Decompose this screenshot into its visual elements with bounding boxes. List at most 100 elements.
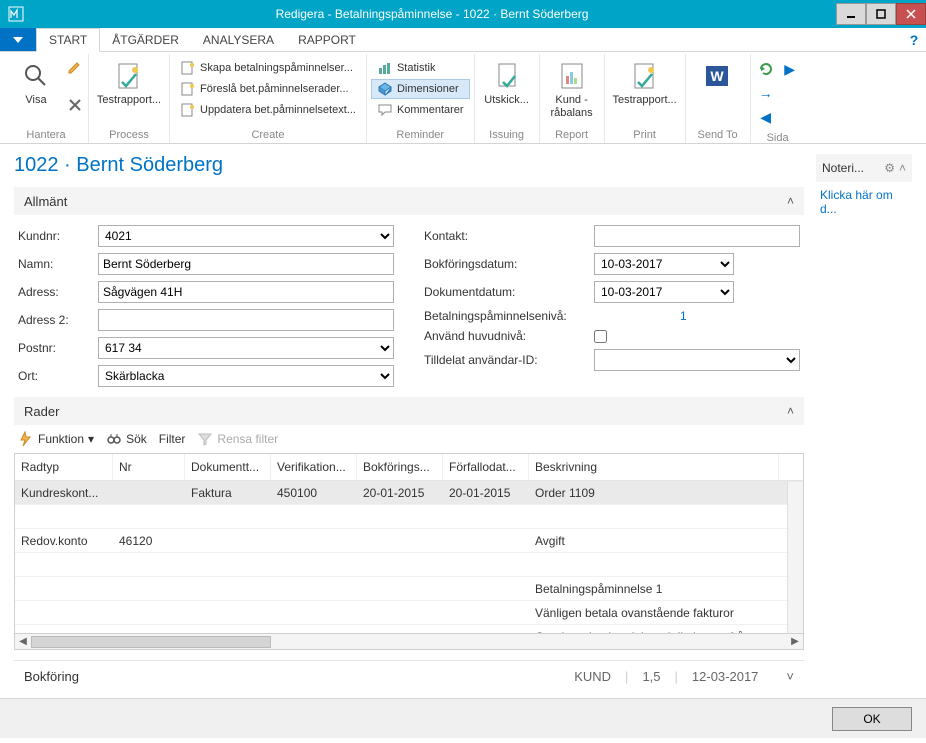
funnel-clear-icon [197,431,213,447]
kommentarer-button[interactable]: Kommentarer [371,100,470,120]
window-controls [836,3,926,25]
table-row[interactable]: Om du redan betalt ber vi dig bortse frå [15,625,803,633]
minimize-button[interactable] [836,3,866,25]
statistik-button[interactable]: Statistik [371,58,470,78]
grid-hscroll[interactable]: ◀ ▶ [14,634,804,650]
table-row[interactable]: Kundreskont...Faktura45010020-01-201520-… [15,481,803,505]
next-icon[interactable]: → [757,84,775,102]
ort-select[interactable]: Skärblacka [98,365,394,387]
filter-button[interactable]: Filter [159,432,186,446]
dokumentdatum-select[interactable]: 10-03-2017 [594,281,734,303]
section-allmant-header[interactable]: Allmänt ˄ [14,187,804,215]
help-button[interactable]: ? [902,28,926,51]
tab-analysera[interactable]: ANALYSERA [191,28,286,51]
section-bokforing[interactable]: Bokföring KUND | 1,5 | 12-03-2017 ˅ [14,660,804,692]
utskick-button[interactable]: Utskick... [479,56,535,111]
kontakt-input[interactable] [594,225,800,247]
app-icon [4,0,28,28]
foresla-button[interactable]: Föreslå bet.påminnelserader... [174,79,362,99]
visa-label: Visa [25,94,46,107]
gear-icon[interactable]: ⚙ [884,161,895,175]
play-icon[interactable]: ▶ [781,60,799,78]
scroll-right-icon[interactable]: ▶ [787,634,803,650]
report-check-icon [113,60,145,92]
table-row[interactable]: Redov.konto46120Avgift [15,529,803,553]
visa-button[interactable]: Visa [8,56,64,111]
ribbon-group-label: Sida [755,130,801,146]
ribbon-group-sida: → ◀ ▶ Sida [751,54,805,143]
section-noteringar-header[interactable]: Noteri... ⚙˄ [816,154,912,182]
tab-start[interactable]: START [36,28,100,52]
skapa-button[interactable]: Skapa betalningspåminnelser... [174,58,362,78]
dimensions-icon [377,81,393,97]
bokforing-date: 12-03-2017 [692,669,759,684]
print-report-icon [629,60,661,92]
noteringar-link[interactable]: Klicka här om d... [820,188,893,216]
refresh-icon[interactable] [757,60,775,78]
col-dokumenttyp[interactable]: Dokumentt... [185,454,271,480]
adress2-input[interactable] [98,309,394,331]
ok-button[interactable]: OK [832,707,912,731]
tab-rapport[interactable]: RAPPORT [286,28,368,51]
ribbon-group-issuing: Utskick... Issuing [475,54,540,143]
doc-update-icon [180,102,196,118]
col-nr[interactable]: Nr [113,454,185,480]
grid-body[interactable]: Kundreskont...Faktura45010020-01-201520-… [15,481,803,633]
edit-icon[interactable] [66,58,84,76]
sendto-word-button[interactable]: W [690,56,746,98]
rader-toolbar: Funktion ▾ Sök Filter Rensa filter [14,425,804,453]
col-verifikation[interactable]: Verifikation... [271,454,357,480]
sok-button[interactable]: Sök [106,431,147,447]
col-beskrivning[interactable]: Beskrivning [529,454,779,480]
anvandarid-select[interactable] [594,349,800,371]
svg-text:W: W [710,68,724,84]
delete-icon[interactable] [66,96,84,114]
scroll-left-icon[interactable]: ◀ [15,634,31,650]
maximize-button[interactable] [866,3,896,25]
chevron-up-icon: ˄ [899,161,906,175]
table-row[interactable] [15,553,803,577]
ribbon-group-print: Testrapport... Print [605,54,686,143]
col-bokforings[interactable]: Bokförings... [357,454,443,480]
ribbon-group-sendto: W Send To [686,54,751,143]
ribbon-group-label: Process [93,127,165,143]
scroll-thumb[interactable] [31,636,271,648]
dimensioner-button[interactable]: Dimensioner [371,79,470,99]
rader-grid: Radtyp Nr Dokumentt... Verifikation... B… [14,453,804,634]
prev-icon[interactable]: ◀ [757,108,775,126]
adress-input[interactable] [98,281,394,303]
statistics-icon [377,60,393,76]
ribbon: Visa Hantera Testrapport... Process Skap… [0,52,926,144]
rensa-filter-button[interactable]: Rensa filter [197,431,278,447]
funktion-menu[interactable]: Funktion ▾ [18,431,94,447]
testrapport-button[interactable]: Testrapport... [93,56,165,111]
section-rader-header[interactable]: Rader ˄ [14,397,804,425]
table-row[interactable]: Betalningspåminnelse 1 [15,577,803,601]
grid-vscroll[interactable] [787,482,803,633]
kund-rabalans-button[interactable]: Kund - råbalans [544,56,600,124]
ribbon-group-label: Create [174,127,362,143]
col-forfallodat[interactable]: Förfallodat... [443,454,529,480]
file-menu-button[interactable] [0,28,36,51]
kundnr-select[interactable]: 4021 [98,225,394,247]
bokforingsdatum-select[interactable]: 10-03-2017 [594,253,734,275]
form-allmant: Kundnr:4021 Namn: Adress: Adress 2: Post… [14,215,804,397]
uppdatera-button[interactable]: Uppdatera bet.påminnelsetext... [174,100,362,120]
table-row[interactable] [15,505,803,529]
table-row[interactable]: Vänligen betala ovanstående fakturor [15,601,803,625]
tab-atgarder[interactable]: ÅTGÄRDER [100,28,191,51]
chevron-down-icon: ˅ [786,669,794,684]
close-button[interactable] [896,3,926,25]
chevron-up-icon: ˄ [787,194,794,208]
postnr-select[interactable]: 617 34 [98,337,394,359]
titlebar: Redigera - Betalningspåminnelse - 1022 ·… [0,0,926,28]
ribbon-group-label: Hantera [8,127,84,143]
kund-label: Kund - råbalans [546,94,598,120]
huvudniva-checkbox[interactable] [594,330,607,343]
print-testrapport-button[interactable]: Testrapport... [609,56,681,111]
niva-value[interactable]: 1 [680,309,687,323]
binocular-icon [106,431,122,447]
col-radtyp[interactable]: Radtyp [15,454,113,480]
namn-input[interactable] [98,253,394,275]
window-title: Redigera - Betalningspåminnelse - 1022 ·… [28,7,836,21]
